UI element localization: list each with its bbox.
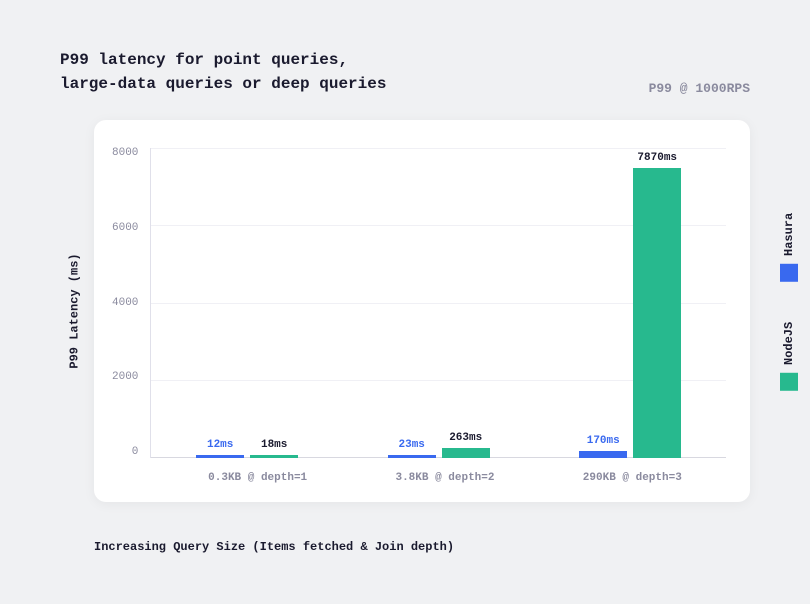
chart-title: P99 latency for point queries, large-dat… bbox=[60, 48, 386, 96]
chart-subtitle: P99 @ 1000RPS bbox=[649, 81, 750, 96]
legend-label-hasura: Hasura bbox=[782, 213, 796, 256]
legend-swatch-nodejs bbox=[780, 373, 798, 391]
title-line-1: P99 latency for point queries, bbox=[60, 48, 386, 72]
x-tick: 290KB @ depth=3 bbox=[539, 472, 726, 484]
bar-wrap-nodejs: 7870ms bbox=[633, 152, 681, 458]
y-tick: 2000 bbox=[112, 372, 138, 383]
bar-wrap-nodejs: 18ms bbox=[250, 439, 298, 458]
chart-header: P99 latency for point queries, large-dat… bbox=[60, 48, 750, 96]
plot-area: 8000 6000 4000 2000 0 12ms18ms23ms263ms1… bbox=[112, 148, 726, 458]
bars-container: 12ms 18ms 23ms 263ms 170ms 7870ms bbox=[150, 148, 726, 458]
x-tick: 3.8KB @ depth=2 bbox=[351, 472, 538, 484]
bar-wrap-nodejs: 263ms bbox=[442, 432, 490, 458]
bar-value-label: 18ms bbox=[261, 439, 287, 451]
bar-value-label: 23ms bbox=[399, 439, 425, 451]
bar-nodejs bbox=[250, 455, 298, 458]
legend: Hasura NodeJS bbox=[780, 213, 798, 391]
legend-item-hasura: Hasura bbox=[780, 213, 798, 282]
bar-nodejs bbox=[633, 168, 681, 458]
bar-hasura bbox=[579, 451, 627, 458]
bar-groups: 12ms 18ms 23ms 263ms 170ms 7870ms bbox=[151, 148, 726, 458]
bar-hasura bbox=[388, 455, 436, 458]
x-axis-label: Increasing Query Size (Items fetched & J… bbox=[94, 540, 750, 554]
bar-value-label: 263ms bbox=[449, 432, 482, 444]
bar-value-label: 12ms bbox=[207, 439, 233, 451]
legend-label-nodejs: NodeJS bbox=[782, 322, 796, 365]
chart-main: P99 Latency (ms) 8000 6000 4000 2000 0 bbox=[60, 120, 750, 502]
chart-panel: 8000 6000 4000 2000 0 12ms18ms23ms263ms1… bbox=[94, 120, 750, 502]
bar-group: 12ms 18ms bbox=[151, 439, 343, 458]
bar-wrap-hasura: 170ms bbox=[579, 435, 627, 458]
bar-wrap-hasura: 23ms bbox=[388, 439, 436, 458]
y-axis-ticks: 8000 6000 4000 2000 0 bbox=[112, 148, 150, 458]
bar-group: 23ms 263ms bbox=[343, 432, 535, 458]
legend-swatch-hasura bbox=[780, 264, 798, 282]
bar-nodejs bbox=[442, 448, 490, 458]
bar-hasura bbox=[196, 455, 244, 458]
y-tick: 0 bbox=[132, 447, 139, 458]
bar-value-label: 170ms bbox=[587, 435, 620, 447]
bar-wrap-hasura: 12ms bbox=[196, 439, 244, 458]
bar-group: 170ms 7870ms bbox=[534, 152, 726, 458]
y-tick: 4000 bbox=[112, 298, 138, 309]
y-axis-label: P99 Latency (ms) bbox=[68, 253, 82, 368]
bar-value-label: 7870ms bbox=[637, 152, 677, 164]
title-line-2: large-data queries or deep queries bbox=[60, 72, 386, 96]
y-axis-label-container: P99 Latency (ms) bbox=[60, 304, 90, 318]
x-axis-ticks: 0.3KB @ depth=13.8KB @ depth=2290KB @ de… bbox=[164, 472, 726, 484]
legend-item-nodejs: NodeJS bbox=[780, 322, 798, 391]
chart-card: P99 latency for point queries, large-dat… bbox=[0, 0, 810, 604]
x-tick: 0.3KB @ depth=1 bbox=[164, 472, 351, 484]
y-tick: 8000 bbox=[112, 148, 138, 159]
y-tick: 6000 bbox=[112, 223, 138, 234]
